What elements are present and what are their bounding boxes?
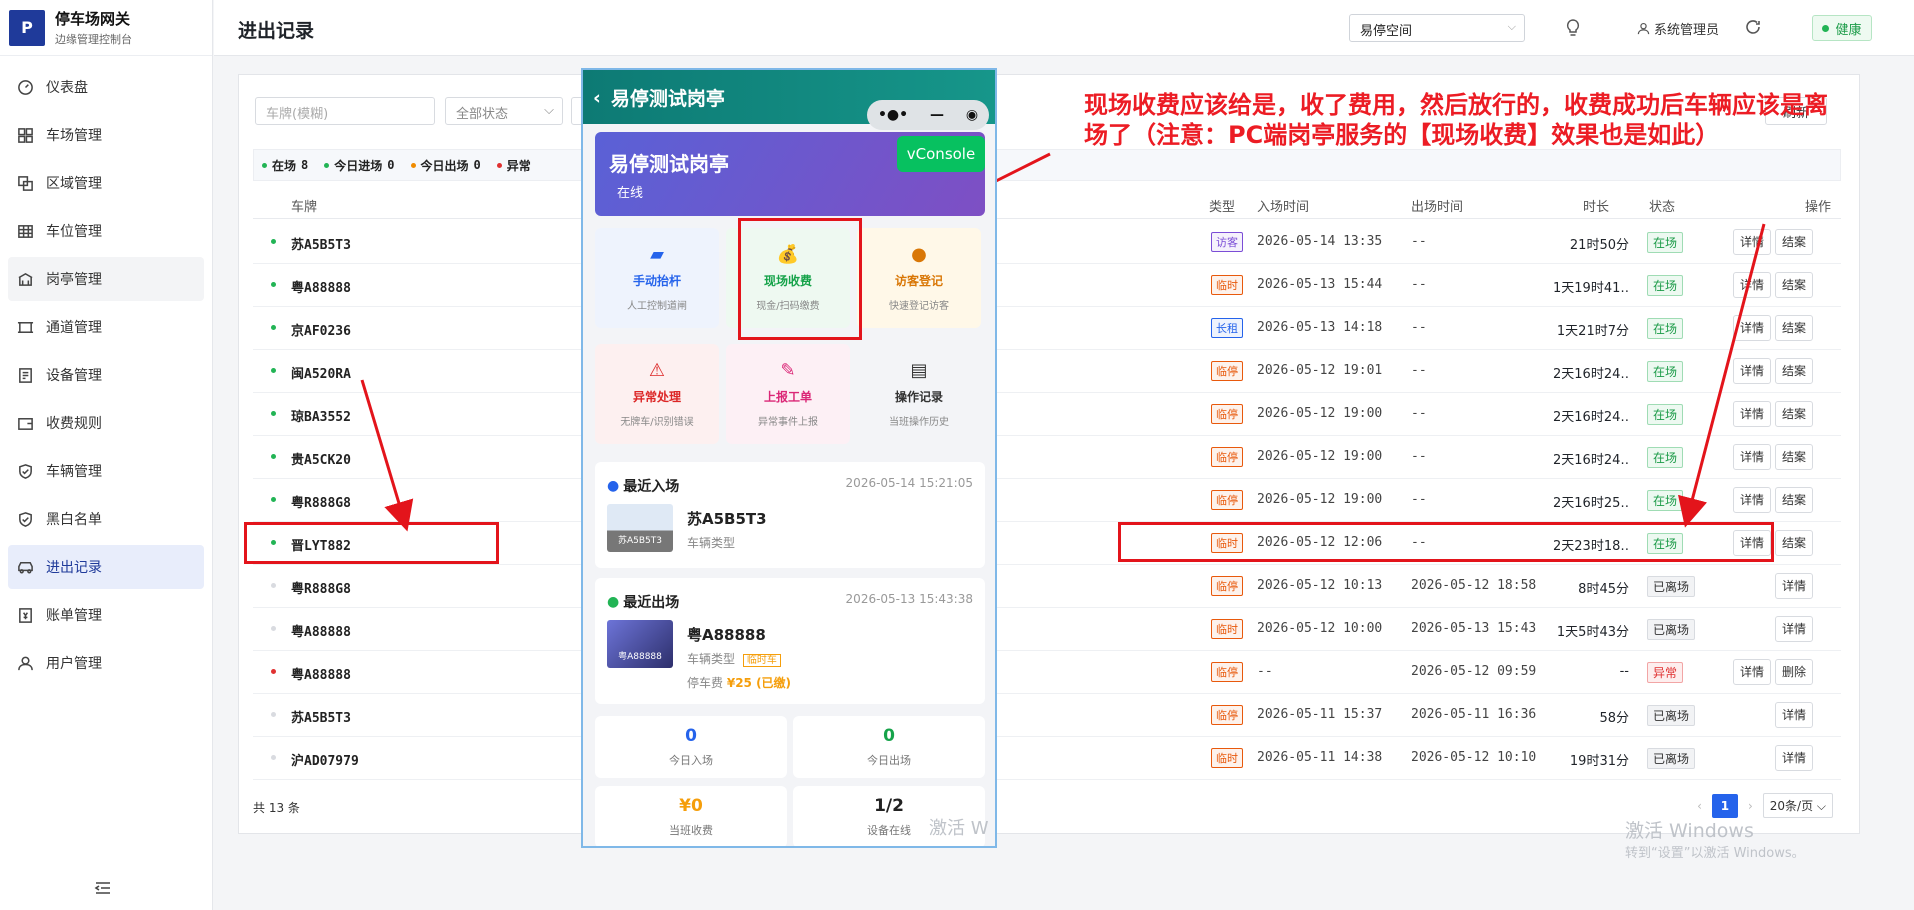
- tile-desc: 当班操作历史: [889, 417, 949, 428]
- fee-row: 停车费 ¥25 (已缴): [687, 674, 791, 691]
- recent-out-time: 2026-05-13 15:43:38: [845, 592, 973, 606]
- annotation-box-charge: [738, 218, 862, 340]
- shift-stat-value: 0: [883, 726, 895, 746]
- fee-label: 停车费: [687, 676, 724, 690]
- recent-out-title: 最近出场: [623, 595, 680, 611]
- phone-title: 易停测试岗亭: [610, 88, 725, 110]
- mini-program-capsule: •●• — ◉: [867, 100, 989, 130]
- recent-in-type: 车辆类型: [687, 536, 736, 550]
- visitor-icon: ●: [911, 244, 927, 265]
- minimize-icon[interactable]: —: [930, 107, 944, 123]
- recent-out-card[interactable]: ● 最近出场 2026-05-13 15:43:38 粤A88888 粤A8888…: [595, 578, 985, 704]
- tile-desc: 异常事件上报: [758, 417, 818, 428]
- thumbnail-plate: 粤A88888: [618, 652, 662, 662]
- close-target-icon[interactable]: ◉: [966, 107, 978, 123]
- recent-out-type: 车辆类型: [687, 652, 736, 666]
- tile-desc: 人工控制道闸: [627, 301, 687, 312]
- shift-stat-label: 当班收费: [669, 824, 713, 837]
- back-icon[interactable]: ‹: [593, 87, 601, 109]
- windows-watermark-title: 激活 Windows: [1625, 820, 1754, 842]
- recent-out-type-row: 车辆类型 临时车: [687, 650, 781, 667]
- tile-barrier[interactable]: ▰ 手动抬杆 人工控制道闸: [595, 228, 719, 328]
- shift-stat-label: 今日入场: [669, 754, 713, 767]
- tile-desc: 快速登记访客: [889, 301, 949, 312]
- temp-car-tag: 临时车: [742, 654, 781, 667]
- recent-in-time: 2026-05-14 15:21:05: [845, 476, 973, 490]
- shift-stat-value: 1/2: [874, 796, 904, 816]
- shift-stat-value: 0: [685, 726, 697, 746]
- tile-visitor[interactable]: ● 访客登记 快速登记访客: [857, 228, 981, 328]
- tile-label: 访客登记: [894, 274, 943, 288]
- clipboard-icon: ▤: [910, 360, 928, 381]
- vconsole-button[interactable]: vConsole: [897, 136, 985, 172]
- car-thumbnail: 苏A5B5T3: [607, 504, 673, 552]
- barrier-icon: ▰: [650, 244, 664, 265]
- shift-stat-value: ¥0: [679, 796, 703, 816]
- warning-icon: ⚠: [648, 360, 666, 381]
- shift-stat-label: 今日出场: [867, 754, 911, 767]
- booth-banner: 易停测试岗亭 在线 vConsole: [595, 132, 985, 216]
- recent-in-plate: 苏A5B5T3: [687, 510, 767, 528]
- mobile-booth-panel: ‹ 易停测试岗亭 •●• — ◉ 易停测试岗亭 在线 vConsole ▰ 手动…: [581, 68, 997, 848]
- recent-in-card[interactable]: ● 最近入场 2026-05-14 15:21:05 苏A5B5T3 苏A5B5T…: [595, 462, 985, 568]
- recent-out-plate: 粤A88888: [687, 626, 766, 644]
- arrow-to-status: [1678, 223, 1766, 528]
- tile-clipboard[interactable]: ▤ 操作记录 当班操作历史: [857, 344, 981, 444]
- green-dot-icon: ●: [607, 594, 620, 610]
- fee-value: ¥25 (已缴): [726, 676, 792, 690]
- more-icon[interactable]: •●•: [878, 107, 908, 123]
- tile-desc: 无牌车/识别错误: [620, 417, 694, 428]
- arrow-to-plate: [360, 379, 414, 532]
- shift-stat: 0 今日出场: [793, 716, 985, 778]
- windows-watermark-phone: 激活 W: [929, 818, 989, 839]
- banner-title: 易停测试岗亭: [609, 152, 729, 176]
- tile-warning[interactable]: ⚠ 异常处理 无牌车/识别错误: [595, 344, 719, 444]
- banner-status: 在线: [617, 186, 644, 201]
- tile-edit[interactable]: ✎ 上报工单 异常事件上报: [726, 344, 850, 444]
- tile-label: 操作记录: [894, 390, 943, 404]
- edit-icon: ✎: [780, 360, 796, 381]
- tile-label: 上报工单: [763, 390, 812, 404]
- recent-in-title: 最近入场: [623, 479, 680, 495]
- shift-stat: 0 今日入场: [595, 716, 787, 778]
- blue-dot-icon: ●: [607, 478, 620, 494]
- tile-label: 异常处理: [632, 390, 681, 404]
- windows-watermark-sub: 转到“设置”以激活 Windows。: [1625, 846, 1805, 861]
- car-thumbnail: 粤A88888: [607, 620, 673, 668]
- tile-label: 手动抬杆: [632, 274, 681, 288]
- thumbnail-plate: 苏A5B5T3: [617, 536, 662, 546]
- shift-stat: ¥0 当班收费: [595, 786, 787, 846]
